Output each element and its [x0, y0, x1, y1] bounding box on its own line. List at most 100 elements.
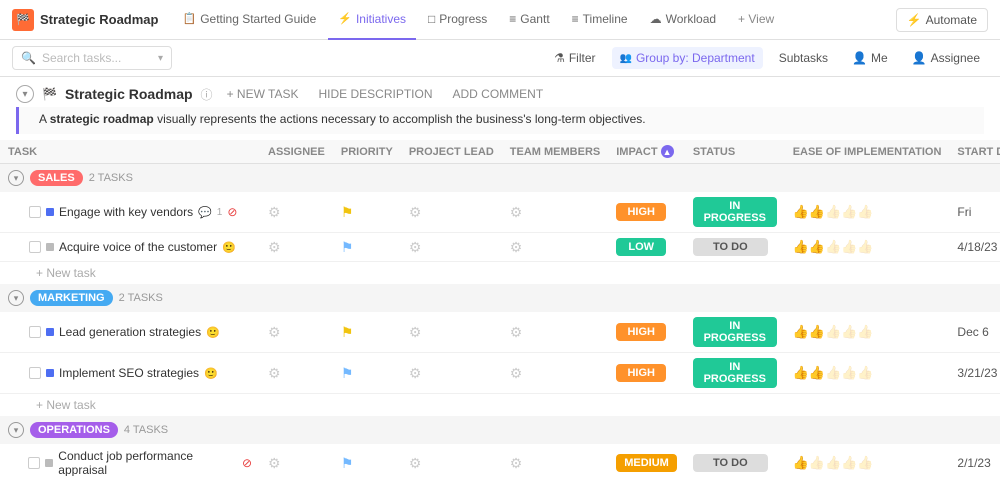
col-status: STATUS — [685, 140, 785, 164]
search-box[interactable]: 🔍 Search tasks... ▾ — [12, 46, 172, 70]
project-name: Strategic Roadmap — [40, 12, 158, 27]
me-icon: 👤 — [852, 51, 867, 65]
task-indicator — [46, 328, 54, 336]
sales-badge: SALES — [30, 170, 83, 186]
collapse-toggle[interactable]: ▾ — [16, 85, 34, 103]
task-check[interactable] — [28, 457, 40, 469]
search-chevron: ▾ — [158, 53, 163, 64]
tab-timeline[interactable]: ≡ Timeline — [562, 0, 638, 40]
sales-count: 2 TASKS — [89, 172, 133, 184]
task-indicator — [45, 459, 53, 467]
filter-button[interactable]: ⚗ Filter — [546, 47, 603, 69]
assignee-icon: ⚙ — [268, 455, 281, 471]
lead-icon: ⚙ — [409, 455, 422, 471]
lead-icon: ⚙ — [409, 365, 422, 381]
impact-badge: HIGH — [616, 203, 666, 221]
col-task: TASK — [0, 140, 260, 164]
assignee-icon: ⚙ — [268, 204, 281, 220]
new-task-row[interactable]: + New task — [0, 262, 1000, 285]
impact-badge: LOW — [616, 238, 666, 256]
automate-button[interactable]: ⚡ Automate — [896, 8, 988, 32]
ease-thumbs: 👍👍👍👍👍 — [793, 239, 874, 254]
table-row: Acquire voice of the customer 🙂 ⚙ ⚑ ⚙ ⚙ … — [0, 233, 1000, 262]
operations-collapse[interactable]: ▾ — [8, 422, 24, 438]
page-title: Strategic Roadmap — [65, 86, 193, 102]
assignee-icon: ⚙ — [268, 365, 281, 381]
gantt-icon: ≡ — [509, 12, 516, 26]
tab-gantt[interactable]: ≡ Gantt — [499, 0, 559, 40]
col-start: START DATE — [949, 140, 1000, 164]
tab-workload[interactable]: ☁ Workload — [640, 0, 726, 40]
ease-thumbs: 👍👍👍👍👍 — [793, 455, 874, 470]
sales-collapse[interactable]: ▾ — [8, 170, 24, 186]
lead-icon: ⚙ — [409, 324, 422, 340]
table-row: Lead generation strategies 🙂 ⚙ ⚑ ⚙ ⚙ HIG… — [0, 312, 1000, 353]
ease-thumbs: 👍👍👍👍👍 — [793, 324, 874, 339]
subtasks-button[interactable]: Subtasks — [771, 47, 836, 69]
add-comment-button[interactable]: ADD COMMENT — [446, 85, 549, 103]
start-date: Fri — [957, 205, 971, 219]
start-date: Dec 6 — [957, 325, 988, 339]
tab-guide[interactable]: 📋 Getting Started Guide — [172, 0, 326, 40]
project-icon: 🏁 — [42, 87, 57, 101]
task-check[interactable] — [29, 367, 41, 379]
task-indicator — [46, 369, 54, 377]
tab-progress[interactable]: □ Progress — [418, 0, 497, 40]
assignee-icon: ⚙ — [268, 324, 281, 340]
tab-add-view[interactable]: + View — [728, 0, 784, 40]
search-icon: 🔍 — [21, 51, 36, 65]
group-header-operations: ▾ OPERATIONS 4 TASKS — [0, 416, 1000, 444]
ease-thumbs: 👍👍👍👍👍 — [793, 204, 874, 219]
marketing-count: 2 TASKS — [119, 292, 163, 304]
start-date: 3/21/23 — [957, 366, 997, 380]
hide-description-button[interactable]: HIDE DESCRIPTION — [312, 85, 438, 103]
operations-badge: OPERATIONS — [30, 422, 118, 438]
search-placeholder: Search tasks... — [42, 51, 121, 65]
chat-icon: 💬 — [198, 206, 212, 219]
team-icon: ⚙ — [510, 204, 523, 220]
table-container: TASK ASSIGNEE PRIORITY PROJECT LEAD TEAM… — [0, 140, 1000, 476]
group-header-marketing: ▾ MARKETING 2 TASKS — [0, 284, 1000, 312]
toolbar: 🔍 Search tasks... ▾ ⚗ Filter 👥 Group by:… — [0, 40, 1000, 77]
flag-icon: ⚑ — [341, 455, 354, 471]
description-block: A strategic roadmap visually represents … — [16, 107, 984, 134]
marketing-badge: MARKETING — [30, 290, 113, 306]
task-check[interactable] — [29, 241, 41, 253]
smiley-icon: 🙂 — [204, 367, 218, 380]
impact-badge: MEDIUM — [616, 454, 677, 472]
assignee-icon: ⚙ — [268, 239, 281, 255]
table-header: TASK ASSIGNEE PRIORITY PROJECT LEAD TEAM… — [0, 140, 1000, 164]
top-nav: 🏁 Strategic Roadmap 📋 Getting Started Gu… — [0, 0, 1000, 40]
task-cell: Engage with key vendors 💬 1 ⊘ — [8, 205, 252, 219]
page-header: ▾ 🏁 Strategic Roadmap ⓘ + NEW TASK HIDE … — [0, 77, 1000, 107]
status-badge: IN PROGRESS — [693, 317, 777, 347]
stop-icon: ⊘ — [227, 205, 237, 219]
marketing-collapse[interactable]: ▾ — [8, 290, 24, 306]
new-task-row[interactable]: + New task — [0, 394, 1000, 417]
flag-icon: ⚑ — [341, 324, 354, 340]
table-row: Conduct job performance appraisal ⊘ ⚙ ⚑ … — [0, 444, 1000, 476]
task-check[interactable] — [29, 206, 41, 218]
col-assignee: ASSIGNEE — [260, 140, 333, 164]
lead-icon: ⚙ — [409, 204, 422, 220]
status-badge: IN PROGRESS — [693, 197, 777, 227]
me-button[interactable]: 👤 Me — [844, 47, 896, 69]
status-badge: TO DO — [693, 238, 768, 256]
task-name: Implement SEO strategies — [59, 366, 199, 380]
smiley-icon: 🙂 — [206, 326, 220, 339]
task-indicator — [46, 208, 54, 216]
smiley-icon: 🙂 — [222, 241, 236, 254]
task-cell: Implement SEO strategies 🙂 — [8, 366, 252, 380]
assignee-button[interactable]: 👤 Assignee — [904, 47, 988, 69]
task-check[interactable] — [29, 326, 41, 338]
tab-initiatives[interactable]: ⚡ Initiatives — [328, 0, 416, 40]
task-cell: Conduct job performance appraisal ⊘ — [8, 449, 252, 476]
group-by-button[interactable]: 👥 Group by: Department — [612, 47, 763, 69]
col-impact: IMPACT ▲ — [608, 140, 685, 164]
info-icon: ⓘ — [201, 86, 213, 103]
ease-thumbs: 👍👍👍👍👍 — [793, 365, 874, 380]
new-task-button[interactable]: + NEW TASK — [221, 85, 305, 103]
status-badge: TO DO — [693, 454, 768, 472]
flag-icon: ⚑ — [341, 204, 354, 220]
start-date: 4/18/23 — [957, 240, 997, 254]
